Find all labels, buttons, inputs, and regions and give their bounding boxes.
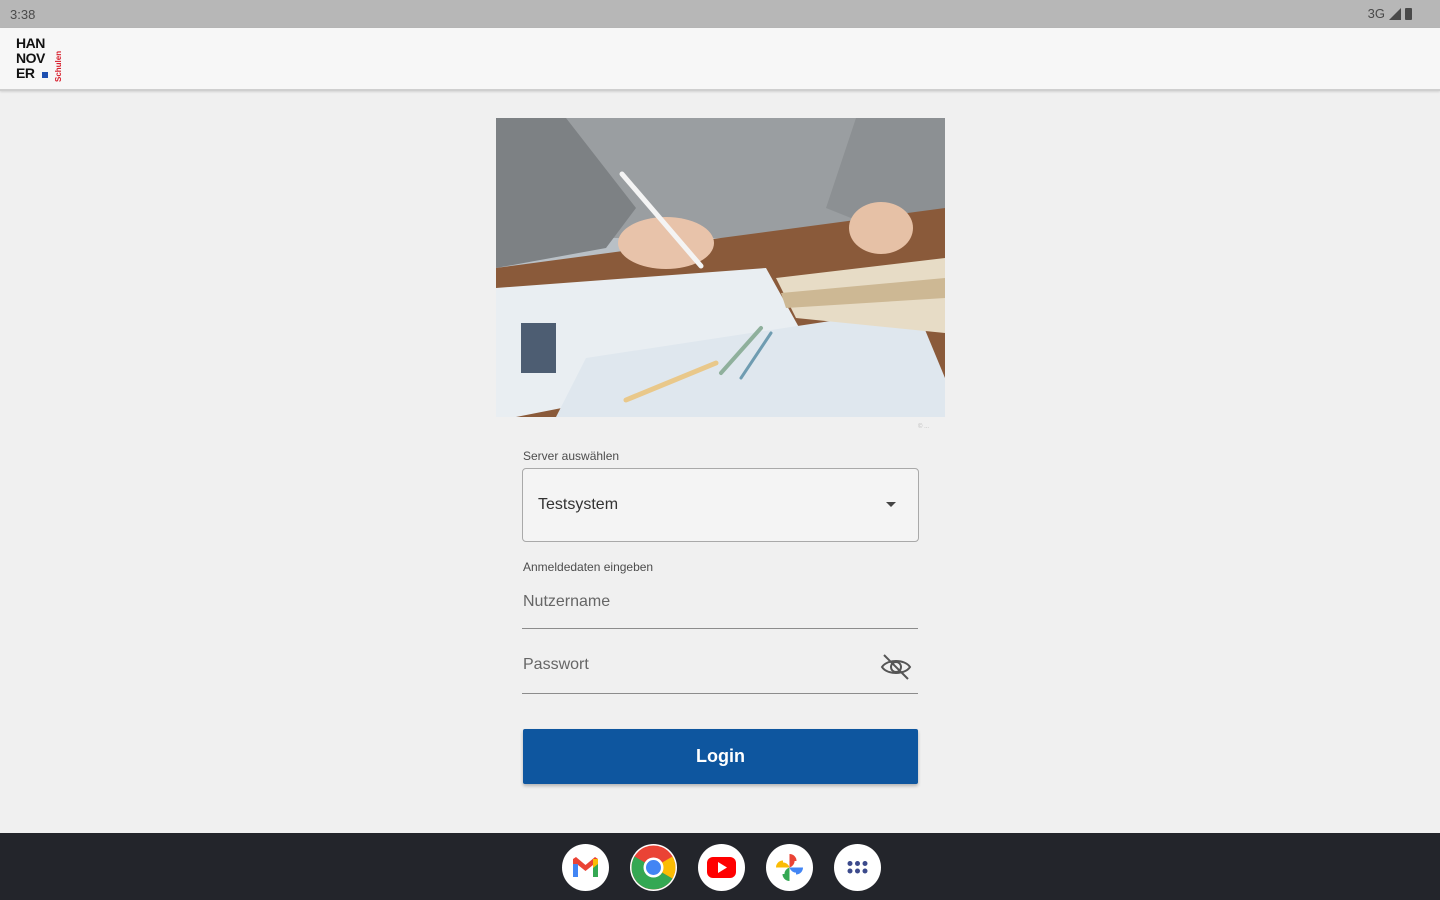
logo-text-line3: ER <box>16 65 35 81</box>
app-dock <box>562 844 881 891</box>
username-placeholder: Nutzername <box>523 593 611 610</box>
hero-image <box>496 118 945 417</box>
system-taskbar <box>0 833 1440 900</box>
password-input[interactable]: Passwort <box>522 645 918 694</box>
photos-icon[interactable] <box>766 844 813 891</box>
hannover-schulen-logo[interactable]: HAN NOV ER Schulen <box>16 36 68 84</box>
password-placeholder: Passwort <box>523 656 589 673</box>
hero-illustration <box>496 118 945 417</box>
signal-icon <box>1389 7 1401 20</box>
credentials-label: Anmeldedaten eingeben <box>523 560 654 574</box>
gmail-icon[interactable] <box>562 844 609 891</box>
app-bar: HAN NOV ER Schulen <box>0 28 1440 91</box>
server-selected-value: Testsystem <box>538 496 619 513</box>
username-input[interactable]: Nutzername <box>522 582 918 629</box>
server-select[interactable]: Testsystem <box>522 468 919 542</box>
status-indicators: 3G <box>1368 6 1412 21</box>
dropdown-arrow-icon <box>886 502 896 507</box>
system-status-bar: 3:38 3G <box>0 0 1440 28</box>
status-time: 3:38 <box>10 7 36 22</box>
image-credit: © ... <box>918 424 930 430</box>
youtube-icon[interactable] <box>698 844 745 891</box>
logo-text-line2: NOV <box>16 50 45 66</box>
battery-icon <box>1405 7 1412 20</box>
logo-dot <box>42 72 48 78</box>
server-select-label: Server auswählen <box>523 449 620 463</box>
logo-side-text: Schulen <box>54 50 63 82</box>
app-launcher-icon[interactable] <box>834 844 881 891</box>
chrome-icon[interactable] <box>630 844 677 891</box>
logo-text-line1: HAN <box>16 35 45 51</box>
network-type: 3G <box>1367 6 1385 21</box>
login-button[interactable]: Login <box>523 729 918 784</box>
visibility-off-icon[interactable] <box>878 651 914 683</box>
